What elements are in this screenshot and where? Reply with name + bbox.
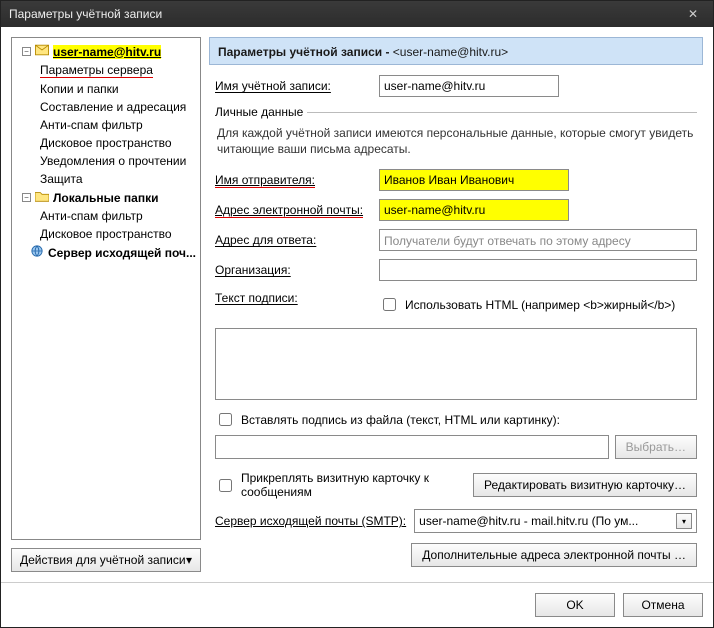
tree-local-folders[interactable]: − Локальные папки [12, 188, 200, 207]
attach-vcard-checkbox[interactable] [219, 479, 232, 492]
reply-to-label: Адрес для ответа: [215, 233, 371, 247]
personal-data-legend: Личные данные [215, 105, 307, 119]
use-html-checkbox[interactable] [383, 298, 396, 311]
sender-name-label: Имя отправителя: [215, 173, 371, 187]
signature-file-path[interactable] [215, 435, 609, 459]
signature-textarea[interactable] [215, 328, 697, 400]
use-html-label: Использовать HTML (например <b>жирный</b… [405, 298, 675, 312]
smtp-select[interactable]: user-name@hitv.ru - mail.hitv.ru (По ум.… [414, 509, 697, 533]
tree-item-copies[interactable]: Копии и папки [12, 80, 200, 98]
cancel-button[interactable]: Отмена [623, 593, 703, 617]
edit-vcard-button[interactable]: Редактировать визитную карточку… [473, 473, 697, 497]
tree-item-disk[interactable]: Дисковое пространство [12, 134, 200, 152]
tree-item-local-antispam[interactable]: Анти-спам фильтр [12, 207, 200, 225]
reply-to-input[interactable]: Получатели будут отвечать по этому адрес… [379, 229, 697, 251]
smtp-label: Сервер исходящей почты (SMTP): [215, 514, 406, 528]
tree-item-compose[interactable]: Составление и адресация [12, 98, 200, 116]
sender-name-input[interactable] [379, 169, 569, 191]
tree-smtp[interactable]: Сервер исходящей поч... [12, 243, 200, 262]
account-actions-button[interactable]: Действия для учётной записи ▾ [11, 548, 201, 572]
chevron-down-icon: ▾ [186, 553, 192, 567]
tree-account-root[interactable]: − user-name@hitv.ru [12, 42, 200, 61]
signature-file-checkbox[interactable] [219, 413, 232, 426]
signature-file-label: Вставлять подпись из файла (текст, HTML … [241, 413, 560, 427]
expander-icon[interactable]: − [22, 47, 31, 56]
folder-icon [35, 190, 49, 205]
main-panel: Параметры учётной записи - <user-name@hi… [209, 37, 703, 572]
window-close-icon[interactable]: ✕ [681, 7, 705, 21]
signature-text-label: Текст подписи: [215, 289, 371, 305]
tree-item-security[interactable]: Защита [12, 170, 200, 188]
sidebar: − user-name@hitv.ru Параметры сервера Ко… [11, 37, 201, 572]
tree-item-local-disk[interactable]: Дисковое пространство [12, 225, 200, 243]
tree-item-server-params[interactable]: Параметры сервера [12, 61, 200, 80]
globe-icon [30, 245, 44, 260]
expander-icon[interactable]: − [22, 193, 31, 202]
email-label: Адрес электронной почты: [215, 203, 371, 217]
account-name-label: Имя учётной записи: [215, 79, 371, 93]
chevron-down-icon: ▾ [676, 513, 692, 529]
window-title: Параметры учётной записи [9, 7, 162, 21]
attach-vcard-label: Прикреплять визитную карточку к сообщени… [241, 471, 451, 499]
organization-input[interactable] [379, 259, 697, 281]
browse-button[interactable]: Выбрать… [615, 435, 697, 459]
tree-account-label: user-name@hitv.ru [53, 45, 161, 59]
tree-item-antispam[interactable]: Анти-спам фильтр [12, 116, 200, 134]
tree-item-receipts[interactable]: Уведомления о прочтении [12, 152, 200, 170]
ok-button[interactable]: OK [535, 593, 615, 617]
account-name-input[interactable] [379, 75, 559, 97]
dialog-footer: OK Отмена [1, 582, 713, 627]
personal-data-description: Для каждой учётной записи имеются персон… [217, 125, 697, 157]
account-tree: − user-name@hitv.ru Параметры сервера Ко… [11, 37, 201, 540]
mail-icon [35, 44, 49, 59]
email-input[interactable] [379, 199, 569, 221]
organization-label: Организация: [215, 263, 371, 277]
additional-addresses-button[interactable]: Дополнительные адреса электронной почты … [411, 543, 697, 567]
panel-title: Параметры учётной записи - <user-name@hi… [209, 37, 703, 65]
titlebar: Параметры учётной записи ✕ [1, 1, 713, 27]
